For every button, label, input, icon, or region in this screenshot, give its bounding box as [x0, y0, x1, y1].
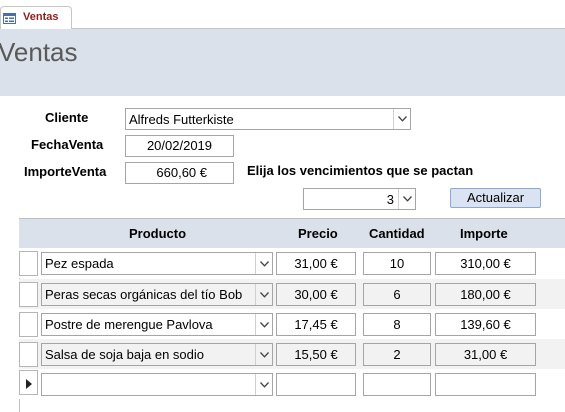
vencimientos-value: 3 — [386, 192, 394, 207]
column-header-precio: Precio — [298, 226, 338, 241]
page-title: Ventas — [0, 37, 78, 67]
producto-combo[interactable]: Peras secas orgánicas del tío Bob — [41, 283, 273, 306]
cantidad-cell[interactable]: 8 — [363, 313, 431, 336]
precio-cell[interactable] — [276, 373, 356, 396]
column-header-importe: Importe — [460, 226, 508, 241]
importe-cell[interactable]: 310,00 € — [435, 252, 536, 275]
precio-cell[interactable]: 17,45 € — [276, 313, 356, 336]
tab-strip — [0, 0, 565, 28]
producto-value: Salsa de soja baja en sodio — [45, 347, 205, 362]
tab-label: Ventas — [23, 11, 59, 23]
importe-cell[interactable]: 180,00 € — [435, 283, 536, 306]
fechaventa-field[interactable]: 20/02/2019 — [125, 135, 234, 157]
importeventa-label: ImporteVenta — [24, 164, 107, 179]
chevron-down-icon[interactable] — [255, 253, 272, 274]
vencimientos-combo[interactable]: 3 — [303, 188, 416, 210]
row-selector[interactable] — [19, 342, 38, 367]
precio-cell[interactable]: 15,50 € — [276, 343, 356, 366]
importeventa-field[interactable]: 660,60 € — [125, 162, 234, 184]
current-record-arrow-icon — [26, 377, 32, 392]
precio-cell[interactable]: 31,00 € — [276, 252, 356, 275]
chevron-down-icon[interactable] — [398, 189, 415, 209]
producto-combo[interactable]: Salsa de soja baja en sodio — [41, 343, 273, 366]
cliente-label: Cliente — [45, 110, 89, 125]
form-header — [0, 29, 565, 96]
vencimientos-label: Elija los vencimientos que se pactan — [247, 163, 474, 178]
producto-combo[interactable]: Postre de merengue Pavlova — [41, 313, 273, 336]
chevron-down-icon[interactable] — [393, 109, 410, 129]
chevron-down-icon[interactable] — [255, 314, 272, 335]
actualizar-button[interactable]: Actualizar — [450, 188, 541, 208]
row-selector[interactable] — [19, 282, 38, 307]
row-selector[interactable] — [19, 312, 38, 337]
column-header-producto: Producto — [129, 226, 187, 241]
cantidad-cell[interactable]: 2 — [363, 343, 431, 366]
column-header-cantidad: Cantidad — [369, 226, 425, 241]
producto-combo[interactable]: Pez espada — [41, 252, 273, 275]
producto-value: Pez espada — [45, 256, 114, 271]
tab-ventas[interactable]: Ventas — [0, 6, 72, 29]
chevron-down-icon[interactable] — [255, 374, 272, 395]
importe-cell[interactable] — [435, 373, 536, 396]
producto-value: Peras secas orgánicas del tío Bob — [45, 287, 243, 302]
producto-combo[interactable] — [41, 373, 273, 396]
row-selector-current[interactable] — [19, 370, 38, 395]
cantidad-cell[interactable] — [363, 373, 431, 396]
cantidad-cell[interactable]: 6 — [363, 283, 431, 306]
cantidad-cell[interactable]: 10 — [363, 252, 431, 275]
chevron-down-icon[interactable] — [255, 284, 272, 305]
row-selector[interactable] — [19, 251, 38, 276]
importe-cell[interactable]: 139,60 € — [435, 313, 536, 336]
form-icon — [3, 12, 16, 24]
precio-cell[interactable]: 30,00 € — [276, 283, 356, 306]
cliente-value: Alfreds Futterkiste — [129, 112, 234, 127]
producto-value: Postre de merengue Pavlova — [45, 317, 213, 332]
importe-cell[interactable]: 31,00 € — [435, 343, 536, 366]
fechaventa-label: FechaVenta — [31, 137, 104, 152]
cliente-combo[interactable]: Alfreds Futterkiste — [125, 108, 411, 130]
chevron-down-icon[interactable] — [255, 344, 272, 365]
